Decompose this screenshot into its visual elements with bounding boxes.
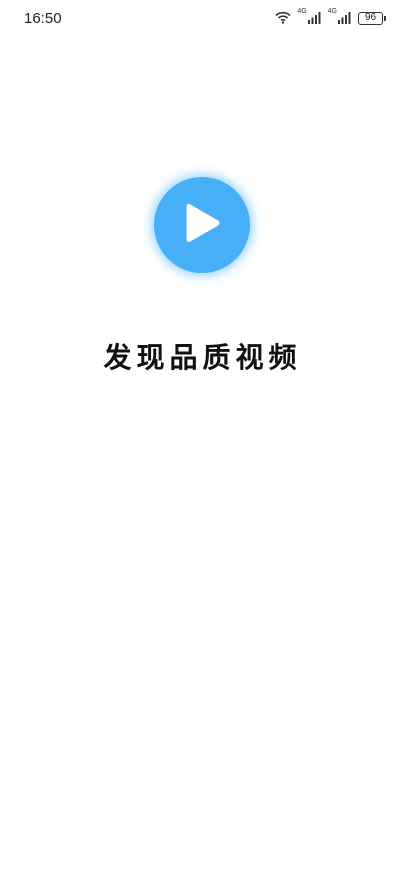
status-icons: 4G 4G 96 [275, 7, 386, 28]
app-logo [154, 177, 250, 273]
network-1: 4G [297, 7, 322, 28]
slogan: 发现品质视频 [103, 341, 302, 374]
battery-level: 96 [364, 12, 377, 23]
network-2: 4G [327, 7, 352, 28]
battery-icon: 96 [358, 11, 386, 25]
play-icon [182, 201, 222, 249]
network-type-label: 4G [297, 7, 307, 15]
network-type-label: 4G [327, 7, 337, 15]
signal-icon [307, 9, 322, 28]
status-bar: 16:50 4G 4G 96 [0, 0, 405, 36]
wifi-icon [275, 9, 291, 28]
signal-icon [338, 9, 352, 28]
status-time: 16:50 [24, 10, 62, 27]
